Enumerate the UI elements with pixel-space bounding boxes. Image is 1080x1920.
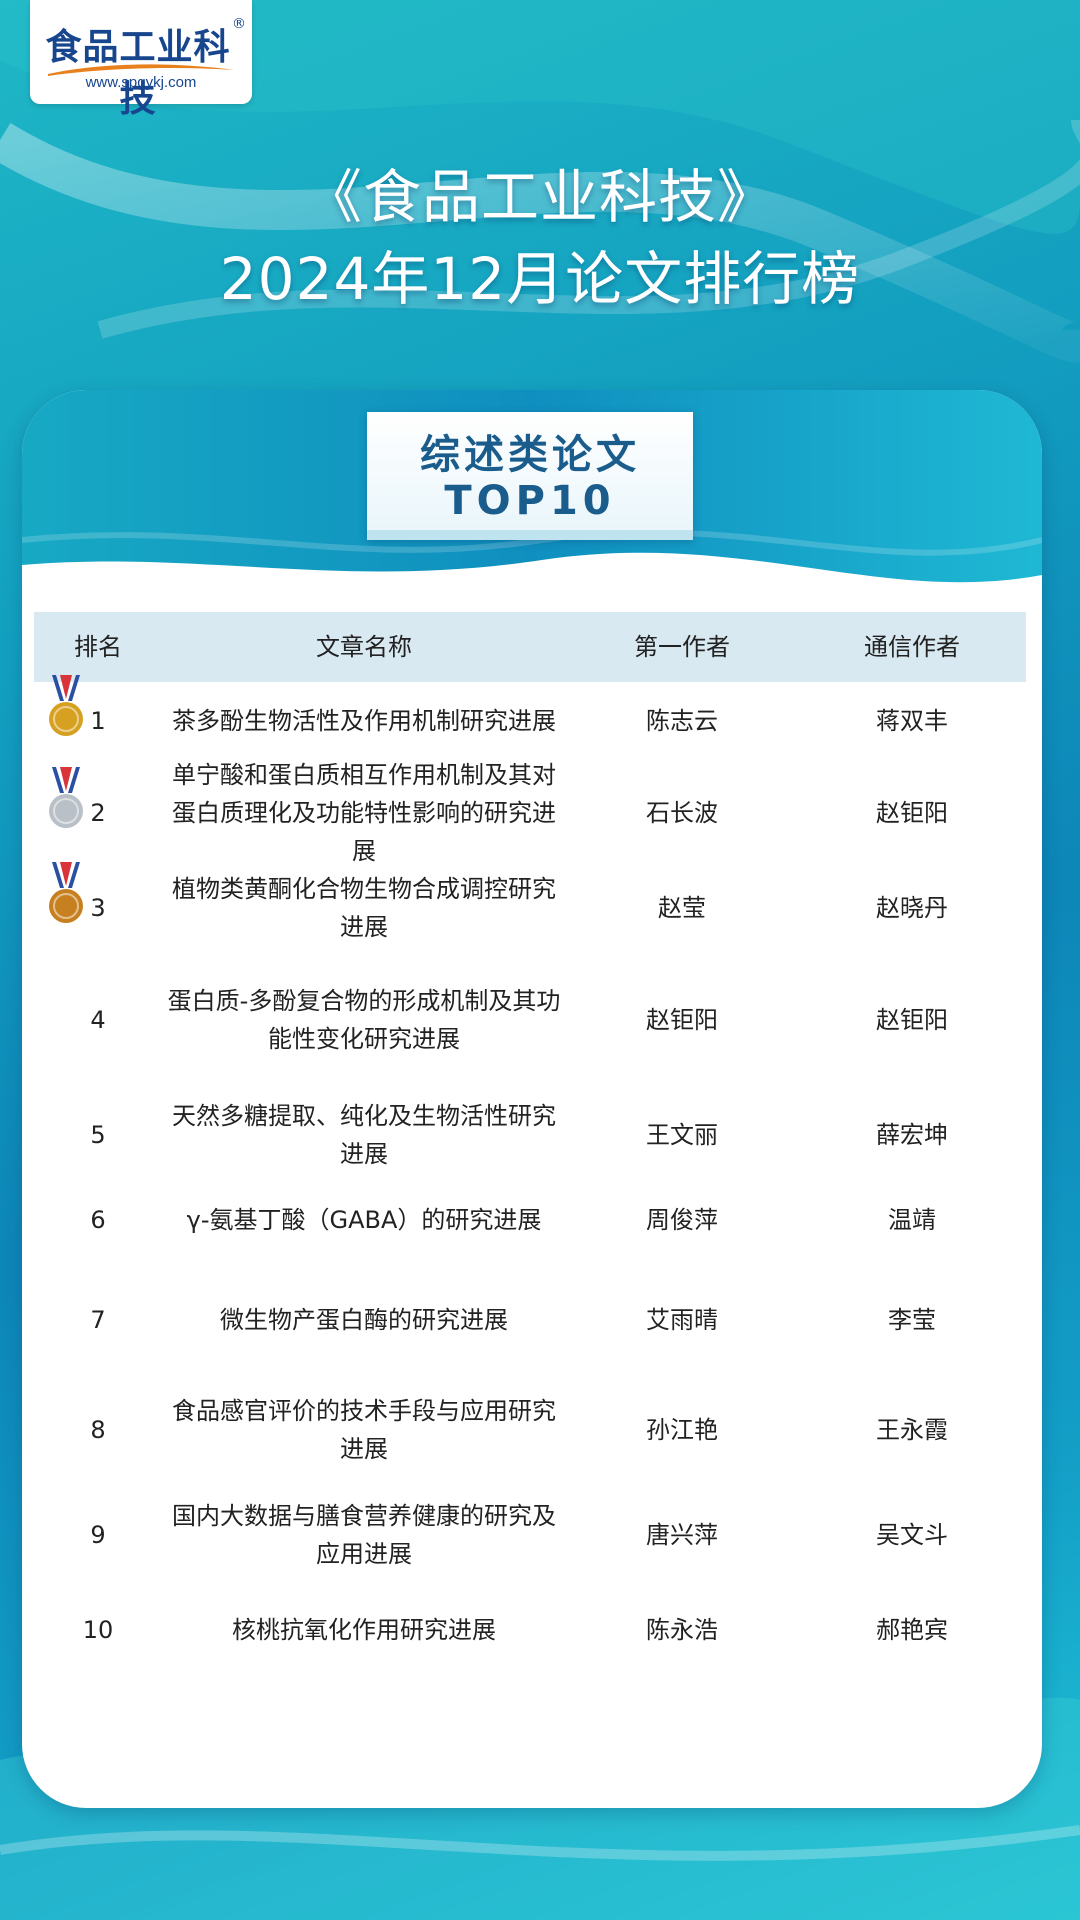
journal-logo: 食品工业科技 ® www.spgykj.com xyxy=(30,0,252,120)
article-title-cell: 国内大数据与膳食营养健康的研究及应用进展 xyxy=(172,1502,556,1568)
header-corresponding-author: 通信作者 xyxy=(864,633,960,661)
header-title: 文章名称 xyxy=(316,633,412,661)
corresponding-author-cell: 温靖 xyxy=(888,1206,936,1234)
rank-cell: 9 xyxy=(90,1521,106,1549)
corresponding-author-cell: 赵钜阳 xyxy=(876,799,948,827)
rank-cell: 10 xyxy=(82,1616,114,1644)
article-title-cell: 植物类黄酮化合物生物合成调控研究进展 xyxy=(172,875,556,941)
article-title-cell: 微生物产蛋白酶的研究进展 xyxy=(220,1306,508,1334)
corresponding-author-cell: 郝艳宾 xyxy=(876,1616,948,1644)
article-title-cell: 核桃抗氧化作用研究进展 xyxy=(232,1616,496,1644)
table-header: 排名 文章名称 第一作者 通信作者 xyxy=(34,612,1026,682)
badge-top10: TOP10 xyxy=(444,478,616,524)
corresponding-author-cell: 蒋双丰 xyxy=(876,707,948,735)
page-title-line-2: 2024年12月论文排行榜 xyxy=(219,245,861,313)
table-row: 10 核桃抗氧化作用研究进展 陈永浩 郝艳宾 xyxy=(34,1590,1026,1670)
article-title-cell: 茶多酚生物活性及作用机制研究进展 xyxy=(172,707,556,735)
table-row: 6 γ-氨基丁酸（GABA）的研究进展 周俊萍 温靖 xyxy=(34,1180,1026,1260)
article-title-cell: 单宁酸和蛋白质相互作用机制及其对蛋白质理化及功能特性影响的研究进展 xyxy=(172,761,556,865)
header-rank: 排名 xyxy=(74,633,122,661)
table-row: 4 蛋白质-多酚复合物的形成机制及其功能性变化研究进展 赵钜阳 赵钜阳 xyxy=(34,950,1026,1090)
table-row: 2 单宁酸和蛋白质相互作用机制及其对蛋白质理化及功能特性影响的研究进展 石长波 赵钜阳 xyxy=(34,760,1026,866)
corresponding-author-cell: 赵晓丹 xyxy=(876,894,948,922)
logo-url: www.spgykj.com xyxy=(85,74,197,91)
first-author-cell: 唐兴萍 xyxy=(646,1521,718,1549)
first-author-cell: 王文丽 xyxy=(646,1121,718,1149)
corresponding-author-cell: 吴文斗 xyxy=(876,1521,948,1549)
article-title-cell: 天然多糖提取、纯化及生物活性研究进展 xyxy=(172,1102,556,1168)
article-title-cell: 蛋白质-多酚复合物的形成机制及其功能性变化研究进展 xyxy=(167,987,561,1053)
table-row: 9 国内大数据与膳食营养健康的研究及应用进展 唐兴萍 吴文斗 xyxy=(34,1480,1026,1590)
table-row: 7 微生物产蛋白酶的研究进展 艾雨晴 李莹 xyxy=(34,1260,1026,1380)
silver-medal-icon xyxy=(49,767,83,828)
first-author-cell: 艾雨晴 xyxy=(646,1306,718,1334)
first-author-cell: 石长波 xyxy=(646,799,718,827)
gold-medal-icon xyxy=(49,675,83,736)
category-badge: 综述类论文 TOP10 xyxy=(367,412,693,540)
page-title-line-1: 《食品工业科技》 xyxy=(303,163,776,231)
corresponding-author-cell: 李莹 xyxy=(888,1306,936,1334)
rank-cell: 4 xyxy=(90,1006,106,1034)
rank-cell: 5 xyxy=(90,1121,106,1149)
article-title-cell: γ-氨基丁酸（GABA）的研究进展 xyxy=(186,1206,542,1234)
rank-cell: 6 xyxy=(90,1206,106,1234)
first-author-cell: 周俊萍 xyxy=(646,1206,718,1234)
ranking-card: 综述类论文 TOP10 排名 文章名称 第一作者 通信作者 1 茶多酚生物活性及作… xyxy=(22,390,1042,1808)
rank-cell: 7 xyxy=(90,1306,106,1334)
bronze-medal-icon xyxy=(49,862,83,923)
article-title-cell: 食品感官评价的技术手段与应用研究进展 xyxy=(172,1397,556,1463)
table-row: 1 茶多酚生物活性及作用机制研究进展 陈志云 蒋双丰 xyxy=(34,675,1026,760)
header-first-author: 第一作者 xyxy=(634,633,730,661)
table-row: 3 植物类黄酮化合物生物合成调控研究进展 赵莹 赵晓丹 xyxy=(34,862,1026,950)
first-author-cell: 赵钜阳 xyxy=(646,1006,718,1034)
corresponding-author-cell: 薛宏坤 xyxy=(876,1121,948,1149)
corresponding-author-cell: 王永霞 xyxy=(876,1416,948,1444)
table-row: 5 天然多糖提取、纯化及生物活性研究进展 王文丽 薛宏坤 xyxy=(34,1090,1026,1180)
rank-cell: 8 xyxy=(90,1416,106,1444)
badge-category: 综述类论文 xyxy=(420,432,640,478)
corresponding-author-cell: 赵钜阳 xyxy=(876,1006,948,1034)
table-row: 8 食品感官评价的技术手段与应用研究进展 孙江艳 王永霞 xyxy=(34,1380,1026,1480)
first-author-cell: 赵莹 xyxy=(658,894,706,922)
first-author-cell: 陈永浩 xyxy=(646,1616,718,1644)
registered-mark: ® xyxy=(232,16,246,32)
first-author-cell: 陈志云 xyxy=(646,707,718,735)
first-author-cell: 孙江艳 xyxy=(646,1416,718,1444)
